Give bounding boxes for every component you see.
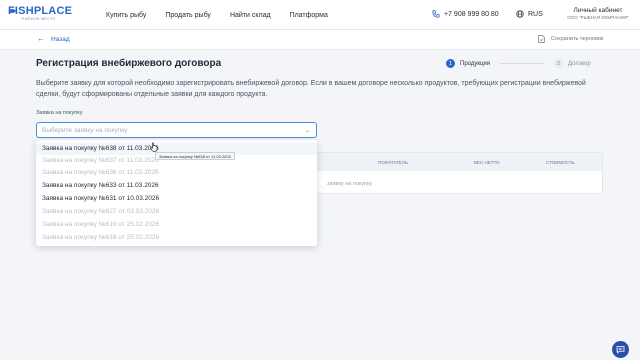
column-cost: СТОИМОСТЬ — [546, 160, 575, 165]
step-2-number: 2 — [554, 59, 564, 68]
stepper: 1 Продукция 2 Договор — [446, 59, 591, 68]
phone-link[interactable]: +7 908 999 80 80 — [432, 10, 499, 18]
language-selector[interactable]: RUS — [516, 10, 543, 18]
option-request-619: Заявка на покупку №619 от 25.02.2026 — [42, 221, 160, 228]
step-connector — [500, 63, 545, 64]
account-title: Личный кабинет — [573, 7, 623, 14]
fish-logo-icon — [9, 9, 16, 13]
step-1-label: Продукция — [460, 60, 491, 67]
option-request-618: Заявка на покупку №618 от 25.02.2026 — [42, 234, 160, 241]
select-placeholder: Выберите заявку на покупку — [42, 126, 128, 134]
option-request-633[interactable]: Заявка на покупку №633 от 11.03.2026 — [42, 180, 159, 192]
language-label: RUS — [528, 10, 543, 18]
logo-text: FISHPLACE — [8, 5, 73, 17]
step-2-label: Договор — [568, 60, 591, 67]
account-company: ООО "РЫБНАЯ КОМПАНИЯ" — [567, 15, 629, 20]
hand-cursor-icon — [150, 142, 158, 152]
back-button[interactable]: ← Назад — [37, 35, 70, 43]
phone-number: +7 908 999 80 80 — [444, 10, 499, 18]
page-description: Выберите заявку для которой необходимо з… — [36, 80, 586, 98]
document-icon — [538, 35, 545, 43]
save-draft-label: Сохранить черновик — [551, 36, 604, 42]
option-request-631[interactable]: Заявка на покупку №631 от 10.03.2026 — [42, 193, 159, 205]
option-request-636: Заявка на покупку №636 от 11.03.2026 — [42, 169, 159, 176]
account-menu[interactable]: Личный кабинет ООО "РЫБНАЯ КОМПАНИЯ" — [562, 7, 634, 21]
main-nav: Купить рыбу Продать рыбу Найти склад Пла… — [106, 0, 347, 30]
sub-toolbar: ← Назад Сохранить черновик — [0, 30, 640, 50]
nav-platform[interactable]: Платформа — [290, 12, 328, 19]
page-title: Регистрация внебиржевого договора — [36, 58, 222, 69]
option-request-637: Заявка на покупку №637 от 11.03.2026 — [42, 157, 159, 164]
top-header: FISHPLACE РЫБНОЕ МЕСТО Купить рыбу Прода… — [0, 0, 640, 30]
nav-sell-fish[interactable]: Продать рыбу — [165, 12, 211, 19]
back-label: Назад — [51, 35, 70, 43]
nav-find-warehouse[interactable]: Найти склад — [230, 12, 271, 19]
arrow-left-icon: ← — [37, 34, 45, 43]
column-net-weight: ВЕС НЕТТО — [474, 160, 500, 165]
option-request-627: Заявка на покупку №627 от 03.03.2026 — [42, 208, 160, 215]
column-buyer: ПОКУПАТЕЛЬ — [378, 160, 408, 165]
nav-buy-fish[interactable]: Купить рыбу — [106, 12, 146, 19]
option-request-638[interactable]: Заявка на покупку №638 от 11.03.2026 — [42, 143, 159, 155]
chevron-down-icon: ⌄ — [304, 128, 310, 134]
logo-subtitle: РЫБНОЕ МЕСТО — [22, 17, 56, 21]
option-tooltip: Заявка на покупку №638 от 11.03.2026 — [155, 152, 235, 160]
purchase-request-select[interactable]: Выберите заявку на покупку ⌄ — [36, 122, 317, 138]
save-draft-button[interactable]: Сохранить черновик — [538, 35, 603, 43]
chat-button[interactable] — [612, 341, 629, 358]
globe-icon — [516, 10, 524, 18]
table-empty-text: заявку на покупку — [327, 181, 373, 187]
chat-icon — [616, 346, 625, 354]
purchase-request-label: Заявка на покупку — [36, 110, 83, 116]
phone-icon — [432, 10, 440, 18]
logo[interactable]: FISHPLACE РЫБНОЕ МЕСТО — [8, 5, 73, 22]
step-1-number: 1 — [446, 59, 455, 68]
